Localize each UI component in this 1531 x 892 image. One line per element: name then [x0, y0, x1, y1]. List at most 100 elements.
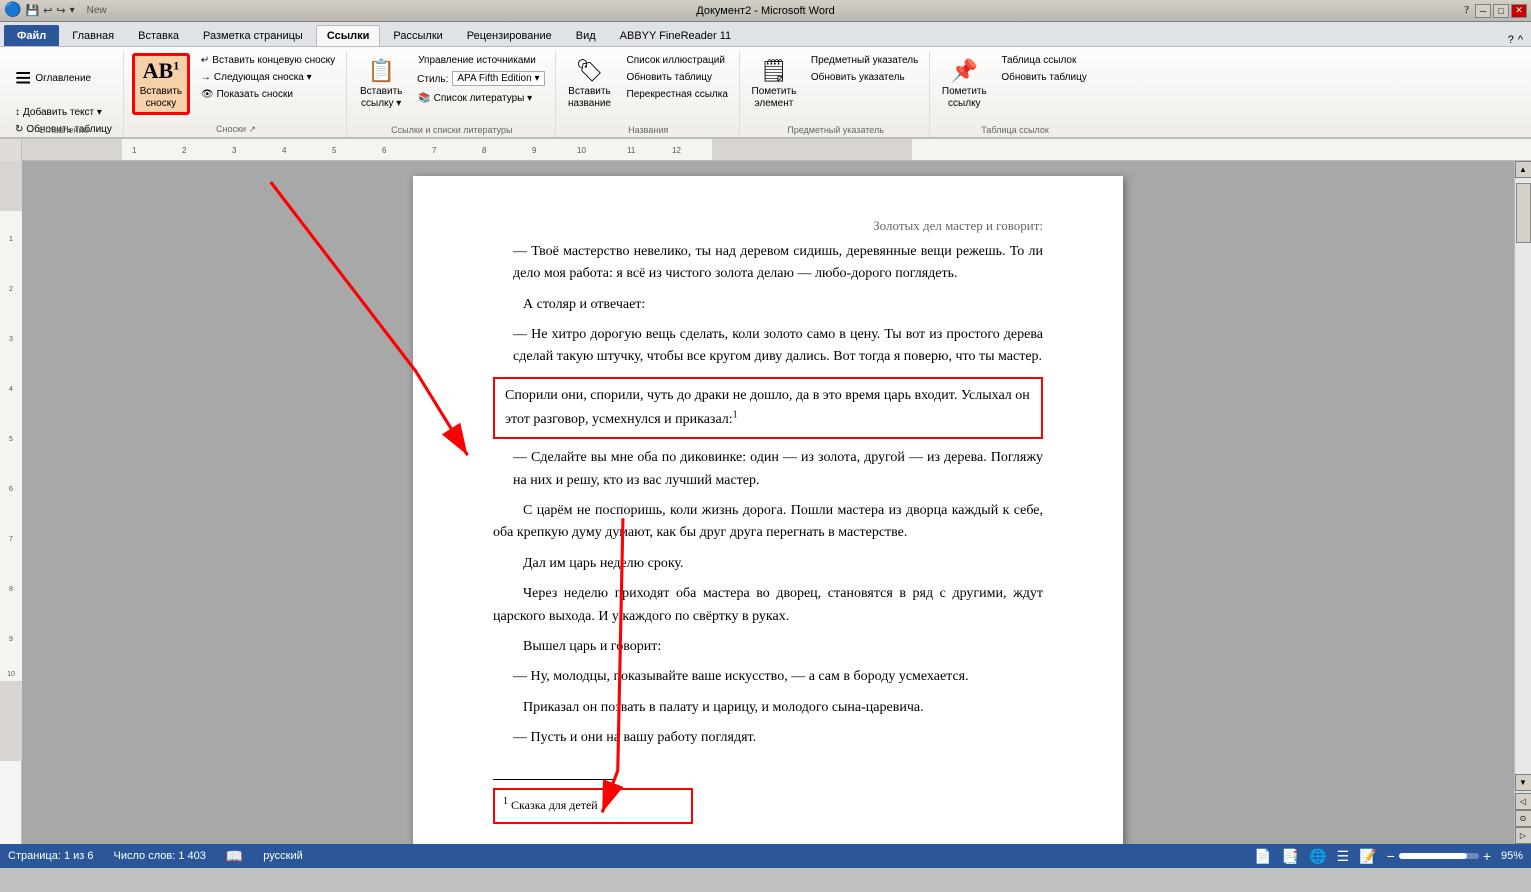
scroll-up-btn[interactable]: ▲ — [1515, 161, 1531, 178]
next-page-btn[interactable]: ▷ — [1515, 827, 1531, 844]
show-footnotes-btn[interactable]: 👁 Показать сноски — [196, 87, 340, 102]
view-reading-btn[interactable]: 📑 — [1282, 848, 1299, 865]
end-footnote-icon: ↵ — [201, 55, 209, 66]
tab-view[interactable]: Вид — [565, 25, 607, 46]
show-footnotes-label: Показать сноски — [217, 89, 293, 100]
right-scrollbar[interactable]: ▲ ▼ ◁ ⊙ ▷ — [1514, 161, 1531, 844]
scroll-down-btn[interactable]: ▼ — [1515, 774, 1531, 791]
insert-citation-label: Вставитьссылку ▾ — [360, 86, 402, 110]
svg-text:2: 2 — [9, 286, 13, 293]
add-text-btn[interactable]: ↕ Добавить текст ▾ — [10, 105, 107, 120]
group-citations-label: Ссылки и списки литературы — [391, 125, 512, 135]
svg-text:3: 3 — [9, 336, 13, 343]
ribbon-tabs: Файл Главная Вставка Разметка страницы С… — [0, 22, 1531, 47]
toc-button[interactable]: ≡ Оглавление — [10, 53, 96, 103]
view-web-btn[interactable]: 🌐 — [1309, 848, 1326, 865]
tab-file[interactable]: Файл — [4, 25, 59, 46]
svg-text:11: 11 — [627, 146, 636, 155]
lang-status[interactable]: русский — [263, 850, 302, 862]
footnote-box: 1 Сказка для детей — [493, 788, 693, 823]
svg-text:5: 5 — [9, 436, 13, 443]
mark-item-btn[interactable]: 🗒 Пометитьэлемент — [748, 53, 800, 115]
end-footnote-label: Вставить концевую сноску — [212, 55, 335, 66]
title-bar-controls[interactable]: ? ─ □ ✕ — [1460, 4, 1527, 18]
view-outline-btn[interactable]: ☰ — [1337, 848, 1350, 865]
style-row: Стиль: APA Fifth Edition ▾ — [413, 70, 548, 89]
bibliography-icon: 📚 — [418, 93, 430, 104]
mark-citation-btn[interactable]: 📌 Пометитьссылку — [938, 53, 990, 115]
para-2: А столяр и отвечает: — [493, 294, 1043, 316]
tab-mailings[interactable]: Рассылки — [382, 25, 453, 46]
style-dropdown[interactable]: APA Fifth Edition ▾ — [452, 71, 544, 86]
toc-icon: ≡ — [15, 62, 31, 94]
document-page[interactable]: Золотых дел мастер и говорит: — Твоё мас… — [413, 176, 1123, 844]
quick-redo[interactable]: ↪ — [56, 4, 65, 17]
quick-save[interactable]: 💾 — [25, 4, 39, 17]
tab-insert[interactable]: Вставка — [127, 25, 190, 46]
update-caption-table-btn[interactable]: Обновить таблицу — [622, 70, 733, 85]
end-footnote-btn[interactable]: ↵ Вставить концевую сноску — [196, 53, 340, 68]
subject-index-btn[interactable]: Предметный указатель — [806, 53, 923, 68]
zoom-fill — [1399, 853, 1467, 859]
insert-footnote-icon: AB1 — [143, 58, 180, 84]
quick-undo[interactable]: ↩ — [43, 4, 52, 17]
view-draft-btn[interactable]: 📝 — [1359, 848, 1376, 865]
style-value: APA Fifth Edition ▾ — [457, 73, 539, 84]
citation-table-btn[interactable]: Таблица ссылок — [996, 53, 1092, 68]
zoom-level: 95% — [1495, 850, 1523, 862]
subject-index-label: Предметный указатель — [811, 55, 918, 66]
update-index-btn[interactable]: Обновить указатель — [806, 70, 923, 85]
zoom-plus-btn[interactable]: + — [1483, 848, 1491, 864]
ribbon: ≡ Оглавление ↕ Добавить текст ▾ ↻ Обнови… — [0, 47, 1531, 139]
title-text: Документ2 - Microsoft Word — [696, 5, 834, 17]
add-text-icon: ↕ — [15, 107, 20, 118]
mark-citation-icon: 📌 — [951, 58, 978, 84]
next-footnote-btn[interactable]: → Следующая сноска ▾ — [196, 70, 340, 85]
para-7: Дал им царь неделю сроку. — [493, 553, 1043, 575]
bibliography-label: Список литературы ▾ — [434, 93, 533, 104]
group-toc: ≡ Оглавление ↕ Добавить текст ▾ ↻ Обнови… — [4, 51, 124, 137]
scroll-track[interactable] — [1516, 178, 1531, 774]
tab-page-layout[interactable]: Разметка страницы — [192, 25, 314, 46]
update-citation-table-btn[interactable]: Обновить таблицу — [996, 70, 1092, 85]
svg-text:12: 12 — [672, 146, 681, 155]
tab-references[interactable]: Ссылки — [316, 25, 381, 46]
cross-ref-btn[interactable]: Перекрестная ссылка — [622, 87, 733, 102]
illustrations-list-btn[interactable]: Список иллюстраций — [622, 53, 733, 68]
tab-review[interactable]: Рецензирование — [456, 25, 563, 46]
zoom-minus-btn[interactable]: − — [1387, 848, 1395, 864]
restore-btn[interactable]: □ — [1493, 4, 1509, 18]
spell-icon[interactable]: 📖 — [226, 848, 243, 865]
group-captions-label: Названия — [628, 125, 668, 135]
tab-abbyy[interactable]: ABBYY FineReader 11 — [609, 25, 743, 46]
select-obj-btn[interactable]: ⊙ — [1515, 810, 1531, 827]
illustrations-label: Список иллюстраций — [627, 55, 725, 66]
doc-area: 1 2 3 4 5 6 7 8 9 10 Золотых дел мастер … — [0, 161, 1531, 844]
para-11: Приказал он позвать в палату и царицу, и… — [493, 697, 1043, 719]
help-btn[interactable]: ? — [1460, 4, 1473, 18]
horizontal-ruler: 1 2 3 4 5 6 7 8 9 10 11 12 — [22, 139, 1531, 160]
insert-footnote-button[interactable]: AB1 Вставитьсноску — [132, 53, 190, 115]
ribbon-help[interactable]: ? — [1508, 34, 1514, 46]
left-ruler: 1 2 3 4 5 6 7 8 9 10 — [0, 161, 22, 844]
manage-sources-btn[interactable]: Управление источниками — [413, 53, 548, 68]
quick-access-dropdown[interactable]: ▾ — [70, 5, 75, 16]
prev-page-btn[interactable]: ◁ — [1515, 793, 1531, 810]
ribbon-minimize[interactable]: ^ — [1518, 34, 1523, 46]
bibliography-btn[interactable]: 📚 Список литературы ▾ — [413, 91, 548, 106]
insert-citation-btn[interactable]: 📋 Вставитьссылку ▾ — [355, 53, 407, 115]
scroll-thumb[interactable] — [1516, 183, 1531, 243]
doc-scroll-area[interactable]: Золотых дел мастер и говорит: — Твоё мас… — [22, 161, 1514, 844]
para-8: Через неделю приходят оба мастера во дво… — [493, 583, 1043, 628]
group-index: 🗒 Пометитьэлемент Предметный указатель О… — [742, 51, 930, 137]
tab-home[interactable]: Главная — [61, 25, 125, 46]
update-toc-icon: ↻ — [15, 124, 23, 135]
zoom-bar[interactable] — [1399, 853, 1479, 859]
view-normal-btn[interactable]: 📄 — [1254, 848, 1271, 865]
para-6: С царём не поспоришь, коли жизнь дорога.… — [493, 500, 1043, 545]
zoom-control[interactable]: − + 95% — [1387, 848, 1523, 864]
insert-caption-btn[interactable]: 🏷 Вставитьназвание — [564, 53, 616, 115]
close-btn[interactable]: ✕ — [1511, 4, 1527, 18]
minimize-btn[interactable]: ─ — [1475, 4, 1491, 18]
svg-text:1: 1 — [132, 146, 137, 155]
